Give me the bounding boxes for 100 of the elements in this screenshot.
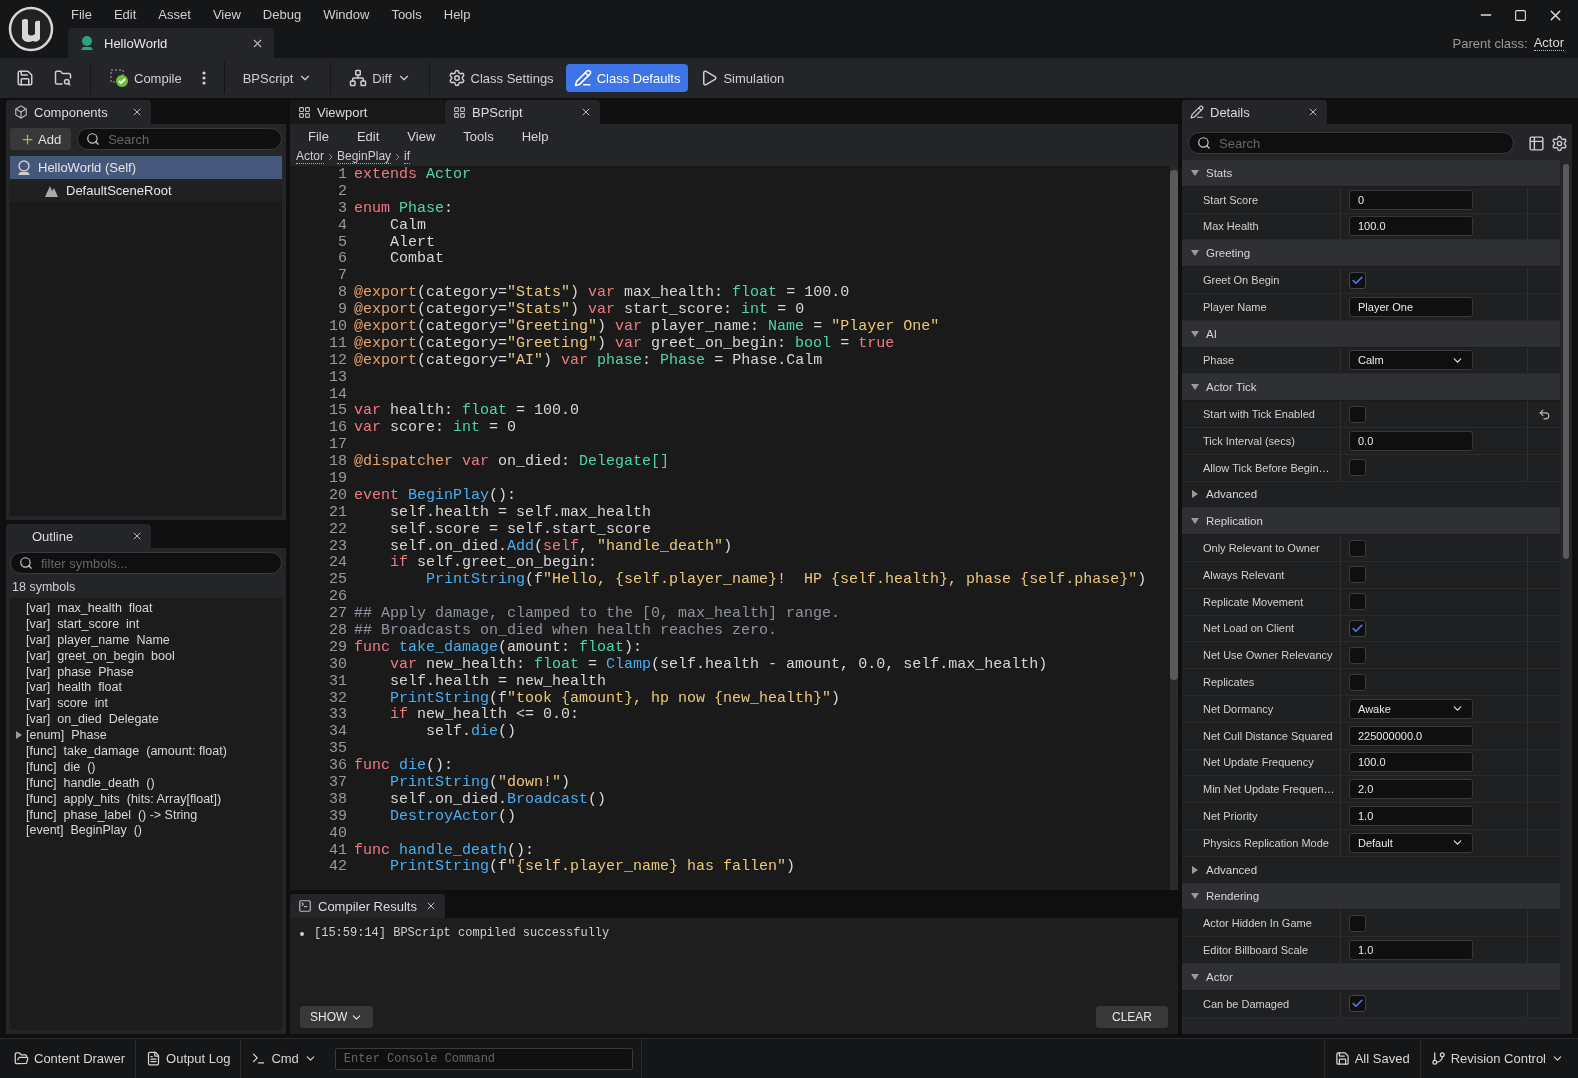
tree-item[interactable]: DefaultSceneRoot [10, 179, 282, 202]
scrollbar[interactable] [1170, 170, 1178, 680]
checkbox[interactable] [1349, 619, 1366, 637]
expand-arrow-icon[interactable] [1190, 489, 1200, 500]
close-icon[interactable] [131, 530, 143, 542]
dropdown[interactable]: Default [1349, 832, 1473, 853]
subgroup-label[interactable]: Advanced [1206, 863, 1258, 876]
category-header[interactable]: Stats [1206, 166, 1233, 179]
checkbox[interactable] [1349, 914, 1366, 932]
editor-tab[interactable]: Viewport [290, 100, 445, 124]
close-icon[interactable] [131, 106, 143, 118]
checkbox[interactable] [1349, 539, 1366, 557]
show-button[interactable]: SHOW [300, 1006, 374, 1028]
save-status-button[interactable]: All Saved [1324, 1042, 1420, 1075]
menu-item[interactable]: View [397, 128, 454, 144]
class-settings-button[interactable]: Class Settings [439, 64, 562, 92]
category-header[interactable]: AI [1206, 327, 1217, 340]
checkbox[interactable] [1349, 566, 1366, 584]
expand-arrow-icon[interactable] [14, 730, 24, 741]
category-header[interactable]: Actor Tick [1206, 381, 1257, 394]
content-drawer-button[interactable]: Content Drawer [4, 1042, 136, 1075]
maximize-icon[interactable] [1514, 8, 1527, 22]
menu-item[interactable]: Help [511, 128, 567, 144]
filter-input[interactable]: filter symbols... [39, 554, 273, 572]
outline-item[interactable]: [var] score int [26, 696, 108, 711]
outline-item[interactable]: [func] take_damage (amount: float) [26, 743, 227, 758]
checkbox[interactable] [1349, 271, 1366, 289]
category-header[interactable]: Actor [1206, 970, 1233, 983]
settings-icon[interactable] [1551, 134, 1568, 152]
outline-tab[interactable]: Outline [6, 524, 151, 548]
output-log-button[interactable]: Output Log [136, 1042, 241, 1075]
outline-item[interactable]: [var] start_score int [26, 616, 140, 631]
dropdown[interactable]: Awake [1349, 698, 1473, 719]
expand-arrow-icon[interactable] [1190, 864, 1200, 875]
value-field[interactable]: 100.0 [1349, 752, 1473, 773]
revision-control-button[interactable]: Revision Control [1420, 1042, 1574, 1075]
diff-button[interactable]: Diff [341, 64, 419, 92]
menu-item[interactable]: Debug [251, 6, 313, 22]
outline-item[interactable]: [func] phase_label () -> String [26, 807, 198, 822]
menu-item[interactable]: File [298, 128, 347, 144]
editor-tab[interactable]: BPScript [445, 100, 600, 124]
expand-arrow-icon[interactable] [1190, 328, 1200, 339]
close-icon[interactable] [580, 106, 592, 118]
menu-item[interactable]: Asset [147, 6, 202, 22]
menu-item[interactable]: Edit [102, 6, 148, 22]
checkbox[interactable] [1349, 673, 1366, 691]
subgroup-label[interactable]: Advanced [1206, 488, 1258, 501]
script-dropdown[interactable]: BPScript [234, 64, 321, 92]
scrollbar[interactable] [1563, 164, 1569, 559]
breadcrumb-link[interactable]: BeginPlay [337, 150, 392, 164]
category-header[interactable]: Greeting [1206, 247, 1251, 260]
menu-item[interactable]: Tools [453, 128, 512, 144]
checkbox[interactable] [1349, 995, 1366, 1013]
category-header[interactable]: Rendering [1206, 890, 1260, 903]
reset-icon[interactable] [1537, 407, 1551, 421]
compiler-results-tab[interactable]: Compiler Results [290, 894, 445, 918]
category-header[interactable]: Replication [1206, 515, 1263, 528]
outline-item[interactable]: [var] greet_on_begin bool [26, 648, 175, 663]
outline-item[interactable]: [func] die () [26, 759, 96, 774]
menu-item[interactable]: Help [432, 6, 482, 22]
outline-item[interactable]: [func] apply_hits (hits: Array[float]) [26, 791, 222, 806]
value-field[interactable]: 0.0 [1349, 430, 1473, 451]
breadcrumb-link[interactable]: Actor [296, 150, 324, 164]
outline-item[interactable]: [var] health float [26, 680, 122, 695]
add-button[interactable]: Add [10, 128, 72, 150]
outline-item[interactable]: [var] player_name Name [26, 632, 170, 647]
details-tab[interactable]: Details [1182, 100, 1327, 124]
value-field[interactable]: Player One [1349, 296, 1473, 317]
close-icon[interactable] [1307, 106, 1319, 118]
value-field[interactable]: 1.0 [1349, 806, 1473, 826]
search-input[interactable]: Search [1217, 134, 1505, 152]
dropdown[interactable]: Calm [1349, 350, 1473, 371]
checkbox[interactable] [1349, 646, 1366, 664]
menu-item[interactable]: Edit [346, 128, 398, 144]
value-field[interactable]: 2.0 [1349, 779, 1473, 800]
class-defaults-button[interactable]: Class Defaults [565, 64, 689, 92]
parent-class-link[interactable]: Actor [1533, 35, 1564, 51]
menu-item[interactable]: View [201, 6, 252, 22]
outline-item[interactable]: [event] BeginPlay () [26, 823, 143, 838]
breadcrumb-link[interactable]: if [404, 150, 411, 164]
menu-item[interactable]: Tools [380, 6, 433, 22]
components-tab[interactable]: Components [6, 100, 151, 124]
menu-item[interactable]: Window [312, 6, 381, 22]
value-field[interactable]: 100.0 [1349, 216, 1473, 237]
outline-item[interactable]: [var] on_died Delegate [26, 712, 159, 727]
checkbox[interactable] [1349, 593, 1366, 611]
compile-button[interactable]: Compile [101, 64, 190, 92]
search-field[interactable]: Search [1188, 132, 1514, 154]
value-field[interactable]: 0 [1349, 189, 1473, 210]
outline-item[interactable]: [var] max_health float [26, 600, 153, 615]
clear-button[interactable]: CLEAR [1096, 1006, 1168, 1028]
close-icon[interactable] [425, 900, 437, 912]
search-input[interactable]: Search [106, 130, 273, 148]
value-field[interactable]: 225000000.0 [1349, 725, 1473, 746]
outline-item[interactable]: [func] handle_death () [26, 775, 155, 790]
expand-arrow-icon[interactable] [1190, 971, 1200, 982]
checkbox[interactable] [1349, 459, 1366, 477]
search-field[interactable]: Search [77, 128, 282, 150]
document-tab[interactable]: HelloWorld [68, 28, 274, 58]
expand-arrow-icon[interactable] [1190, 167, 1200, 178]
